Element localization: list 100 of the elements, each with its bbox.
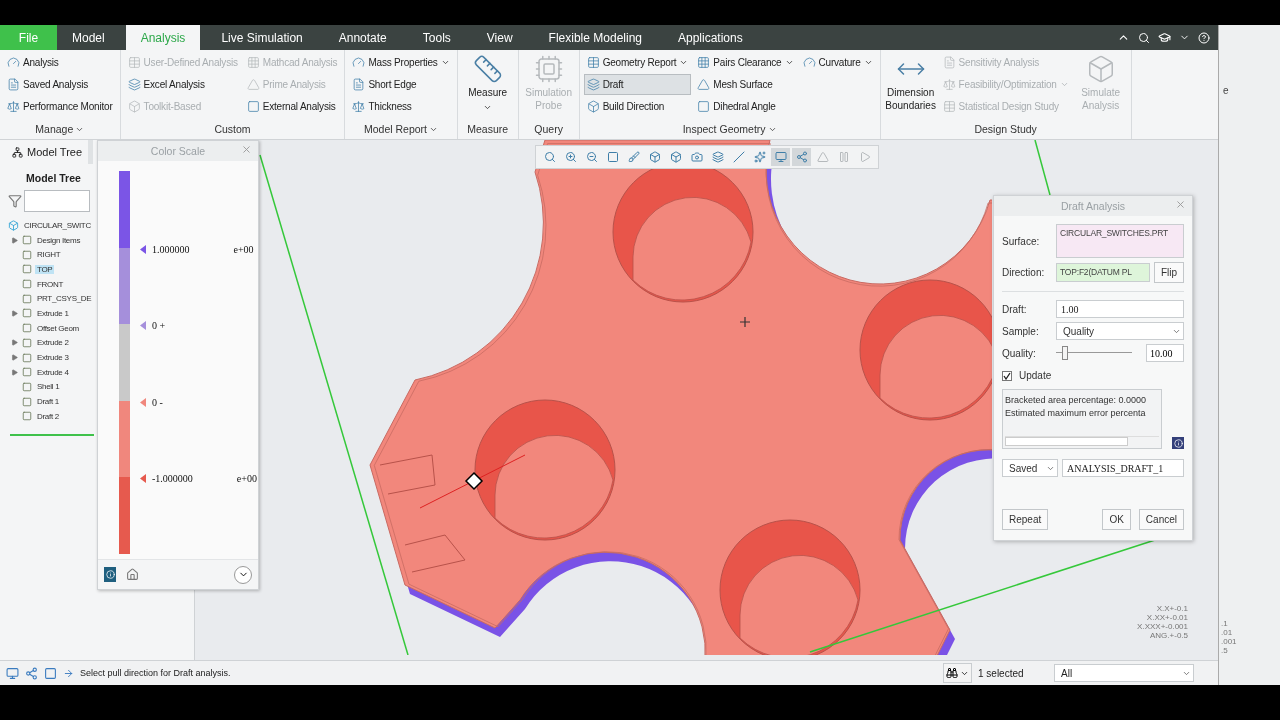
- ribbon-button[interactable]: Short Edge: [349, 74, 453, 95]
- expand-button[interactable]: [234, 565, 252, 584]
- feature-icon: [22, 308, 32, 319]
- quality-slider[interactable]: [1056, 345, 1132, 361]
- dialog-button[interactable]: Cancel: [1138, 509, 1184, 530]
- ribbon-button[interactable]: Build Direction: [583, 96, 692, 117]
- saved-dropdown[interactable]: Saved: [1002, 459, 1058, 477]
- analysis-name-field[interactable]: ANALYSIS_DRAFT_1: [1062, 459, 1184, 477]
- help-icon[interactable]: [1198, 31, 1210, 44]
- group-title: Measure: [466, 122, 510, 137]
- ribbon-button[interactable]: Performance Monitor: [4, 96, 116, 117]
- find-button[interactable]: [943, 663, 972, 683]
- collector-field[interactable]: TOP:F2(DATUM PL: [1056, 263, 1150, 282]
- ribbon-button[interactable]: Excel Analysis: [124, 74, 241, 95]
- expand-arrow-icon[interactable]: [11, 354, 18, 362]
- scale-value[interactable]: 0 -: [152, 396, 163, 408]
- tree-item[interactable]: TOP: [35, 264, 55, 274]
- group-title[interactable]: Model Report: [349, 119, 453, 139]
- ribbon-tab[interactable]: Live Simulation: [206, 25, 318, 50]
- ribbon-button[interactable]: Mesh Surface: [694, 74, 797, 95]
- grid-icon: [246, 56, 260, 69]
- tree-item[interactable]: Extrude 2: [35, 338, 71, 348]
- feature-icon: [22, 396, 32, 407]
- tree-item[interactable]: Extrude 1: [35, 308, 71, 318]
- view-toolbar-button[interactable]: [771, 148, 790, 166]
- tolerance-text: X.XX+-0.01: [1146, 613, 1188, 622]
- ribbon-button[interactable]: Thickness: [349, 96, 453, 117]
- draft-field[interactable]: 1.00: [1056, 300, 1184, 318]
- marker-icon[interactable]: [140, 397, 146, 407]
- expand-arrow-icon[interactable]: [11, 368, 18, 376]
- marker-icon[interactable]: [140, 244, 146, 254]
- tolerance-text: .01: [1221, 628, 1234, 637]
- graduation-cap-icon[interactable]: [1158, 31, 1171, 44]
- ribbon-tab[interactable]: Flexible Modeling: [533, 25, 657, 50]
- tree-item[interactable]: Extrude 4: [35, 367, 71, 377]
- ribbon-button[interactable]: Saved Analysis: [4, 74, 116, 95]
- dialog-button[interactable]: OK: [1102, 509, 1131, 530]
- tree-item[interactable]: RIGHT: [35, 250, 63, 260]
- quality-field[interactable]: 10.00: [1146, 344, 1184, 362]
- ribbon-tab[interactable]: View: [471, 25, 528, 50]
- ribbon-tab[interactable]: Annotate: [323, 25, 402, 50]
- expand-arrow-icon[interactable]: [11, 236, 18, 244]
- feature-icon: [22, 323, 32, 334]
- tree-item[interactable]: Draft 2: [35, 411, 61, 421]
- display-icon[interactable]: [6, 666, 19, 680]
- scale-value[interactable]: -1.000000: [152, 473, 193, 484]
- scale-icon: [352, 100, 366, 113]
- marker-icon[interactable]: [140, 474, 146, 483]
- expand-arrow-icon[interactable]: [11, 339, 18, 347]
- ribbon-button[interactable]: Mass Properties: [349, 52, 453, 73]
- sample-dropdown[interactable]: Quality: [1056, 322, 1184, 340]
- marker-icon[interactable]: [140, 321, 146, 330]
- info-icon[interactable]: [104, 567, 116, 582]
- ribbon-button[interactable]: Geometry Report: [583, 52, 692, 73]
- tree-item[interactable]: Design Items: [35, 235, 83, 245]
- ribbon-large-button[interactable]: Dimension Boundaries: [884, 52, 937, 114]
- square-icon[interactable]: [44, 666, 57, 680]
- tree-item[interactable]: CIRCULAR_SWITC: [22, 220, 93, 230]
- tree-item[interactable]: Extrude 3: [35, 353, 71, 363]
- nodes-icon[interactable]: [25, 666, 38, 680]
- flip-button[interactable]: Flip: [1153, 262, 1184, 283]
- home-icon[interactable]: [126, 568, 139, 581]
- scale-value[interactable]: 1.000000: [152, 243, 190, 255]
- checkbox-label: Update: [1019, 370, 1052, 381]
- layers-icon: [586, 78, 600, 91]
- update-checkbox[interactable]: [1002, 370, 1012, 381]
- tree-item[interactable]: FRONT: [35, 279, 66, 289]
- group-title[interactable]: Inspect Geometry: [583, 119, 876, 139]
- filter-icon[interactable]: [8, 194, 22, 208]
- collector-field[interactable]: CIRCULAR_SWITCHES.PRT: [1056, 224, 1184, 258]
- dialog-button[interactable]: Repeat: [1002, 509, 1049, 530]
- tree-item[interactable]: PRT_CSYS_DE: [35, 294, 94, 304]
- ribbon-button[interactable]: External Analysis: [243, 96, 341, 117]
- selection-filter-dropdown[interactable]: All: [1054, 664, 1194, 682]
- ribbon-button[interactable]: Analysis: [4, 52, 116, 73]
- horizontal-scrollbar[interactable]: [1005, 436, 1159, 446]
- expand-arrow-icon[interactable]: [11, 309, 18, 317]
- filter-field[interactable]: [24, 190, 90, 212]
- close-icon: [241, 144, 252, 155]
- tree-item[interactable]: Offset Geom: [35, 323, 81, 333]
- close-button[interactable]: [1175, 199, 1186, 210]
- group-title[interactable]: Manage: [4, 119, 116, 139]
- view-toolbar-button[interactable]: [792, 148, 811, 166]
- scale-value[interactable]: 0 +: [152, 320, 166, 331]
- ruler-icon: [472, 54, 503, 84]
- ribbon-tab[interactable]: Applications: [663, 25, 758, 50]
- ribbon-large-button[interactable]: Measure: [461, 52, 514, 114]
- chip-icon: [533, 54, 564, 84]
- close-button[interactable]: [241, 144, 252, 155]
- ribbon-button[interactable]: Pairs Clearance: [694, 52, 797, 73]
- ribbon-tab[interactable]: Model: [57, 25, 120, 50]
- slider-thumb[interactable]: [1062, 346, 1069, 360]
- search-icon[interactable]: [1138, 31, 1150, 44]
- tree-item[interactable]: Shell 1: [35, 382, 62, 392]
- ribbon-tab[interactable]: Tools: [407, 25, 466, 50]
- tree-item[interactable]: Draft 1: [35, 397, 61, 407]
- ribbon-button[interactable]: Dihedral Angle: [694, 96, 797, 117]
- ribbon-button[interactable]: Draft: [583, 74, 692, 95]
- info-icon[interactable]: [1172, 437, 1184, 449]
- ribbon-button[interactable]: Curvature: [799, 52, 876, 73]
